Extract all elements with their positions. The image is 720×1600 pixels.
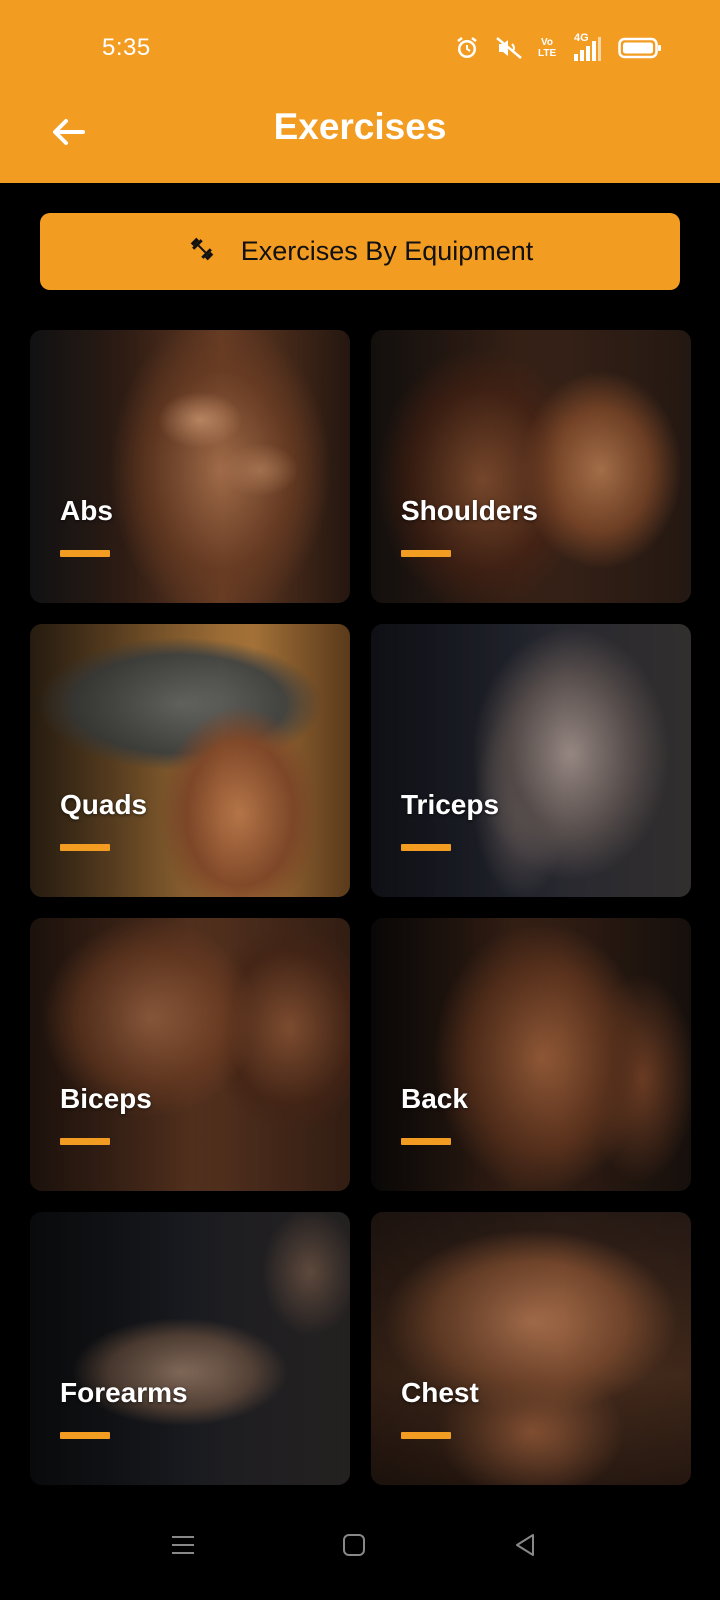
home-button[interactable] [334,1527,374,1567]
category-tile-triceps[interactable]: Triceps [371,624,691,897]
exercises-by-equipment-button[interactable]: Exercises By Equipment [40,213,680,290]
category-tile-abs[interactable]: Abs [30,330,350,603]
category-label: Back [401,1083,468,1114]
category-underline [401,1432,451,1439]
exercises-by-equipment-label: Exercises By Equipment [240,236,534,266]
category-underline [401,550,451,557]
menu-button[interactable] [163,1527,203,1567]
category-label: Biceps [60,1083,152,1114]
category-label: Abs [60,495,113,526]
category-underline [60,1138,110,1145]
category-label: Chest [401,1377,479,1408]
category-underline [60,550,110,557]
back-triangle-icon [511,1531,539,1564]
category-label: Shoulders [401,495,538,526]
category-label: Triceps [401,789,500,820]
category-tile-biceps[interactable]: Biceps [30,918,350,1191]
category-underline [401,1138,451,1145]
category-tile-quads[interactable]: Quads [30,624,350,897]
battery-icon [618,36,662,60]
menu-icon [169,1531,197,1564]
home-icon [340,1531,368,1564]
app-bar: Exercises [0,88,720,183]
category-tile-forearms[interactable]: Forearms [30,1212,350,1485]
status-icons: Vo LTE 4G [454,32,662,63]
volte-icon: Vo LTE [538,37,557,59]
signal-4g-icon: 4G [570,32,604,62]
nav-back-button[interactable] [505,1527,545,1567]
status-bar: 5:35 Vo LTE 4G [0,0,720,88]
category-underline [60,844,110,851]
category-tile-chest[interactable]: Chest [371,1212,691,1485]
mute-icon [494,35,524,61]
category-tile-back[interactable]: Back [371,918,691,1191]
category-underline [60,1432,110,1439]
category-tile-shoulders[interactable]: Shoulders [371,330,691,603]
page-title: Exercises [273,106,447,147]
alarm-icon [454,35,480,61]
category-label: Quads [60,789,148,820]
dumbbell-icon [187,234,217,269]
category-label: Forearms [60,1377,188,1408]
system-nav-bar [0,1515,720,1600]
status-time: 5:35 [102,34,151,61]
category-underline [401,844,451,851]
category-grid: Abs Shoulders Quads Triceps Biceps Back … [30,330,691,1485]
